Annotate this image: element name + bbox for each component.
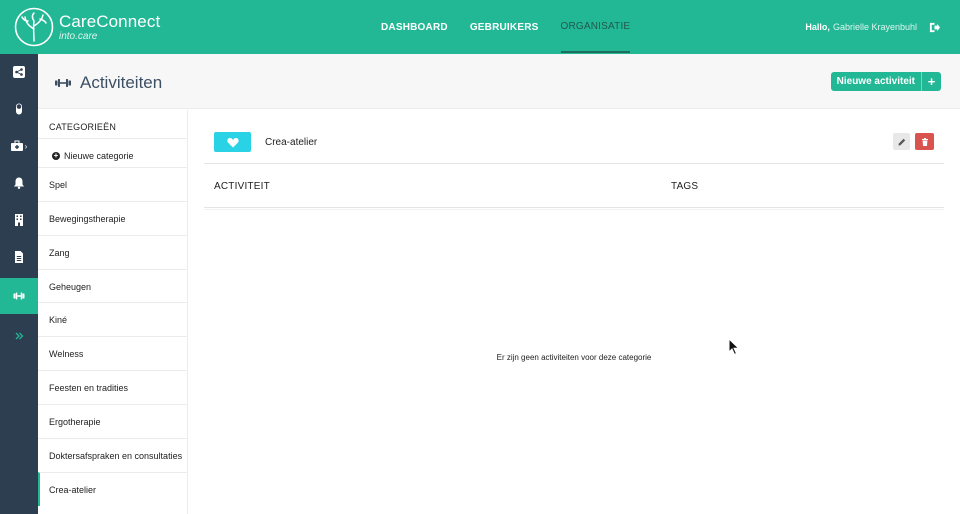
new-category-label: Nieuwe categorie [64,151,134,161]
sidebar-activities[interactable] [0,278,38,314]
category-detail: Crea-atelier ACTIVITEIT TAGS Er zijn gee… [188,110,960,514]
category-item-ergotherapie[interactable]: Ergotherapie [38,404,187,438]
column-header-activity: ACTIVITEIT [214,181,270,192]
dumbbell-icon [55,79,71,87]
brand-name: CareConnect [59,11,161,31]
brand-subtitle: into.care [59,30,98,42]
sidebar-documents[interactable] [0,239,38,275]
sidebar-medication[interactable] [0,91,38,127]
category-item-bewegingstherapie[interactable]: Bewegingstherapie [38,201,187,235]
divider [204,207,944,208]
column-header-tags: TAGS [671,181,699,192]
category-item-zang[interactable]: Zang [38,235,187,269]
page-title: Activiteiten [80,73,163,92]
category-item-feesten-en-tradities[interactable]: Feesten en tradities [38,370,187,404]
mouse-cursor-icon [728,338,740,356]
trash-icon [921,137,928,146]
main-nav: DASHBOARD GEBRUIKERS ORGANISATIE [370,0,641,54]
category-item-doktersafspraken[interactable]: Doktersafspraken en consultaties [38,438,187,472]
user-area: Hallo, Gabrielle Krayenbuhl [805,0,940,54]
heart-icon [226,137,239,147]
top-navbar: CareConnect into.care DASHBOARD GEBRUIKE… [0,0,960,54]
sidebar-share[interactable] [0,54,38,90]
divider [38,138,187,139]
careconnect-logo-icon [14,7,54,47]
sidebar-expand[interactable] [0,318,38,354]
building-icon [15,214,23,226]
nav-organisatie[interactable]: ORGANISATIE [560,0,631,53]
pill-icon [16,103,22,115]
bell-icon [14,177,24,189]
sidebar-notifications[interactable] [0,165,38,201]
user-name[interactable]: Gabrielle Krayenbuhl [833,22,917,32]
user-greeting: Hallo, [805,22,830,32]
category-item-geheugen[interactable]: Geheugen [38,269,187,303]
new-category-button[interactable]: + Nieuwe categorie [52,151,134,161]
expand-chevron-icon: › [24,141,28,151]
pencil-icon [898,138,905,145]
category-item-kine[interactable]: Kiné [38,302,187,336]
plus-icon: + [921,72,941,91]
category-item-spel[interactable]: Spel [38,167,187,201]
share-icon [13,66,25,78]
edit-category-button[interactable] [893,133,910,150]
nav-dashboard[interactable]: DASHBOARD [381,0,448,54]
medkit-icon [10,140,23,151]
double-chevron-right-icon [15,332,24,340]
category-item-crea-atelier[interactable]: Crea-atelier [38,472,187,506]
brand[interactable]: CareConnect into.care [14,7,160,47]
page-header: Activiteiten Nieuwe activiteit + [38,54,960,109]
icon-sidebar: › [0,54,38,514]
category-color-tile [214,132,251,152]
category-list-header: CATEGORIEËN [49,122,117,132]
empty-state-message: Er zijn geen activiteiten voor deze cate… [496,353,652,362]
plus-circle-icon: + [52,151,60,160]
category-item-welness[interactable]: Welness [38,336,187,370]
delete-category-button[interactable] [915,133,934,150]
divider [204,209,944,210]
sidebar-care[interactable]: › [0,128,38,164]
sidebar-organisation[interactable] [0,202,38,238]
category-list: CATEGORIEËN + Nieuwe categorie Spel Bewe… [38,110,188,514]
nav-gebruikers[interactable]: GEBRUIKERS [470,0,539,54]
sign-out-icon[interactable] [929,22,940,33]
document-icon [15,251,23,263]
new-activity-label: Nieuwe activiteit [836,76,915,87]
new-activity-button[interactable]: Nieuwe activiteit + [830,72,941,91]
divider [204,163,944,164]
dumbbell-icon [13,292,25,300]
category-name: Crea-atelier [265,137,318,148]
